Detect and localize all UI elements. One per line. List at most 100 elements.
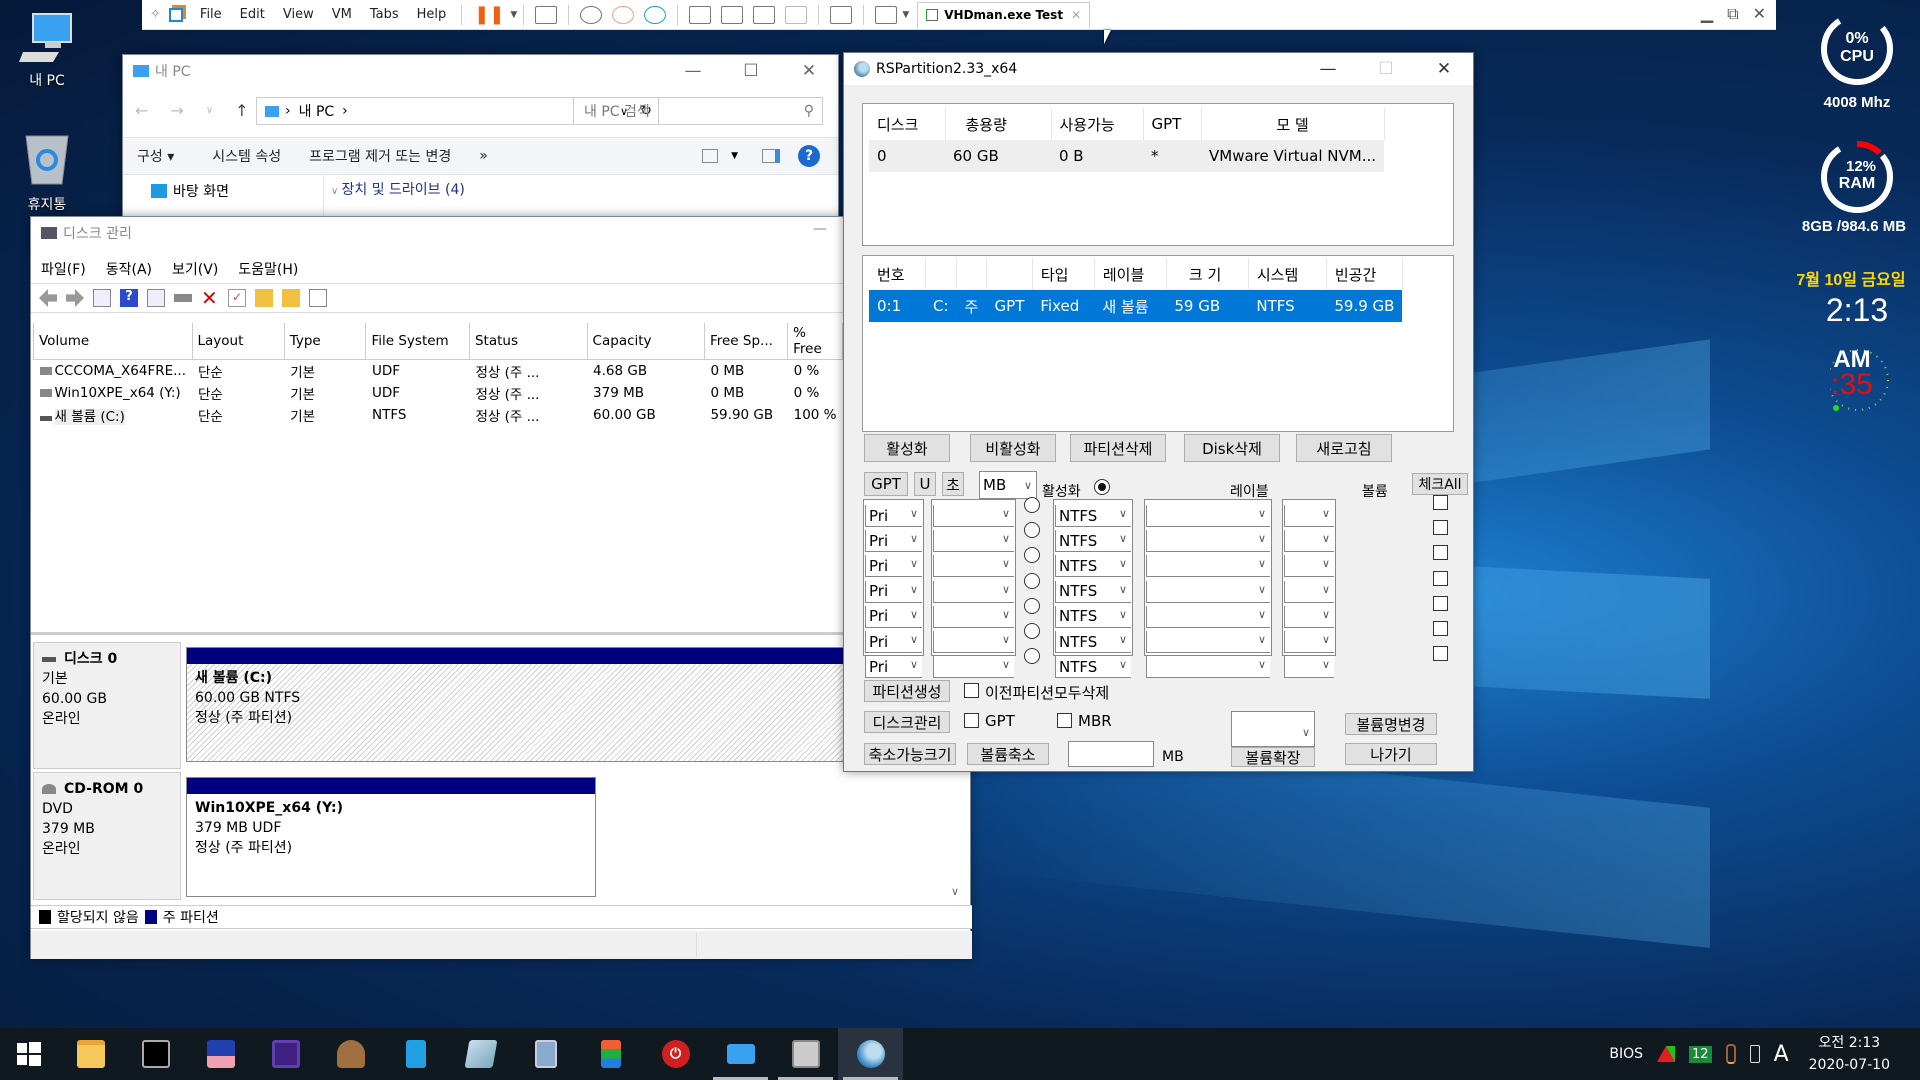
tray-badge[interactable]: 12 [1689, 1045, 1712, 1063]
volume-letter-select[interactable]: ∨ [1284, 530, 1334, 553]
vmware-menu-tabs[interactable]: Tabs [361, 7, 408, 22]
volume-letter-select[interactable]: ∨ [1284, 631, 1334, 653]
partition-type-select[interactable]: Pri ∨ [865, 580, 922, 603]
back-icon[interactable]: ← [135, 101, 148, 120]
shrink-volume-button[interactable]: 볼륨축소 [967, 743, 1049, 765]
delete-previous-partitions-checkbox[interactable] [964, 683, 979, 698]
gpt-checkbox[interactable] [964, 713, 979, 728]
show-hide-action-pane-icon[interactable] [147, 289, 165, 307]
col-type[interactable]: 타입 [1032, 258, 1095, 290]
delete-disk-button[interactable]: Disk삭제 [1184, 434, 1280, 462]
delete-icon[interactable]: ✕ [201, 288, 219, 308]
connect-disk-icon[interactable] [174, 294, 192, 302]
partition-type-select[interactable]: Pri ∨ [865, 555, 922, 578]
volume-letter-select[interactable]: ∨ [1284, 605, 1334, 628]
col-style[interactable] [986, 258, 1033, 290]
menu-file[interactable]: 파일(F) [31, 255, 96, 281]
reset-button[interactable]: 초 [942, 472, 964, 496]
col-type[interactable]: Type [283, 323, 367, 360]
view-options-icon[interactable] [702, 149, 718, 163]
full-screen-icon[interactable] [753, 5, 776, 24]
active-partition-radio[interactable] [1024, 572, 1040, 589]
volume-letter-select[interactable]: ∨ [1284, 580, 1334, 603]
menu-view[interactable]: 보기(V) [162, 255, 228, 281]
search-icon[interactable]: ⚲ [804, 103, 814, 119]
taskbar-this-pc[interactable] [708, 1028, 773, 1080]
minimize-button[interactable]: — [664, 55, 722, 87]
shrink-size-input[interactable] [1068, 741, 1154, 767]
taskbar-installer[interactable] [318, 1028, 383, 1080]
volume-letter-select[interactable]: ∨ [1284, 656, 1334, 679]
disk-row[interactable]: 0 60 GB 0 B * VMware Virtual NVM... [869, 140, 1385, 172]
dropdown-icon[interactable]: ▼ [902, 10, 909, 20]
manage-snapshots-icon[interactable] [644, 5, 667, 24]
col-available[interactable]: 사용가능 [1051, 108, 1144, 140]
vmware-menu-vm[interactable]: VM [323, 7, 361, 22]
label-select[interactable]: ∨ [1146, 555, 1270, 578]
col-filesystem[interactable]: 시스템 [1248, 258, 1327, 290]
taskbar-notepad[interactable] [448, 1028, 513, 1080]
help-icon[interactable]: ? [798, 145, 820, 167]
organize-button[interactable]: 구성 ▾ [123, 146, 188, 166]
col-model[interactable]: 모 델 [1201, 108, 1385, 140]
rename-volume-button[interactable]: 볼륨명변경 [1345, 713, 1437, 735]
active-partition-radio[interactable] [1024, 547, 1040, 564]
minimize-icon[interactable]: ▁ [1701, 4, 1713, 24]
menu-action[interactable]: 동작(A) [96, 255, 162, 281]
vmware-menu-help[interactable]: Help [408, 7, 456, 22]
partition-size-select[interactable]: ∨ [933, 631, 1014, 653]
gpt-toggle-button[interactable]: GPT [864, 472, 908, 496]
forward-icon[interactable]: → [170, 101, 183, 120]
taskbar-power[interactable]: ⏻ [643, 1028, 708, 1080]
menu-help[interactable]: 도움말(H) [228, 255, 308, 281]
taskbar-network-tool[interactable] [383, 1028, 448, 1080]
taskbar-calculator[interactable] [513, 1028, 578, 1080]
check-all-button[interactable]: 체크All [1412, 473, 1468, 495]
label-select[interactable]: ∨ [1146, 530, 1270, 553]
show-hide-console-tree-icon[interactable] [93, 289, 111, 307]
partition-type-select[interactable]: Pri ∨ [865, 631, 922, 653]
col-capacity[interactable]: Capacity [586, 323, 705, 360]
desktop-icon-this-pc[interactable]: 내 PC [2, 10, 92, 90]
label-select[interactable]: ∨ [1146, 605, 1270, 628]
pin-icon[interactable]: ✧ [150, 7, 161, 22]
help-icon[interactable]: ? [120, 289, 138, 307]
partition-size-select[interactable]: ∨ [933, 605, 1014, 628]
partition-row-selected[interactable]: 0:1 C: 주 GPT Fixed 새 볼륨 59 GB NTFS 59.9 … [869, 290, 1403, 322]
console-icon[interactable] [830, 5, 853, 24]
cdrom-0-label[interactable]: CD-ROM 0 DVD 379 MB 온라인 [33, 772, 181, 900]
col-disk[interactable]: 디스크 [869, 108, 946, 140]
col-total-size[interactable]: 총용량 [945, 108, 1052, 140]
partition-size-select[interactable]: ∨ [933, 555, 1014, 578]
minimize-button[interactable]: — [813, 221, 827, 237]
maximize-button[interactable]: ☐ [1357, 53, 1415, 85]
col-status[interactable]: Status [468, 323, 588, 360]
preview-pane-icon[interactable] [762, 149, 780, 163]
close-tab-icon[interactable]: ✕ [1071, 8, 1081, 22]
taskbar-file-explorer[interactable] [58, 1028, 123, 1080]
start-button[interactable] [0, 1028, 58, 1080]
activate-button[interactable]: 활성화 [864, 434, 950, 462]
uninstall-program-button[interactable]: 프로그램 제거 또는 변경 [295, 146, 465, 166]
scroll-down-icon[interactable]: ∨ [951, 885, 959, 898]
properties-list-icon[interactable] [309, 289, 327, 307]
desktop-icon-recycle-bin[interactable]: 휴지통 [2, 130, 92, 214]
unity-icon[interactable] [785, 5, 808, 24]
partition-size-select[interactable]: ∨ [933, 530, 1014, 553]
filesystem-select[interactable]: NTFS ∨ [1055, 555, 1131, 578]
breadcrumb-this-pc[interactable]: 내 PC [299, 101, 335, 121]
folder-search-icon[interactable] [282, 289, 300, 307]
filesystem-select[interactable]: NTFS ∨ [1055, 605, 1131, 628]
volume-select[interactable]: ∨ [1231, 711, 1315, 747]
taskbar-command-prompt[interactable] [123, 1028, 188, 1080]
extend-volume-button[interactable]: 볼륨확장 [1231, 747, 1315, 767]
row-checkbox[interactable] [1433, 520, 1448, 536]
search-input[interactable]: 내 PC 검색 ⚲ [573, 97, 823, 125]
col-free-space[interactable]: Free Sp... [703, 323, 789, 360]
col-free-space[interactable]: 빈공간 [1326, 258, 1403, 290]
up-icon[interactable]: ↑ [235, 101, 248, 120]
col-size[interactable]: 크 기 [1166, 258, 1249, 290]
row-checkbox[interactable] [1433, 570, 1448, 586]
col-layout[interactable]: Layout [191, 323, 285, 360]
volume-letter-select[interactable]: ∨ [1284, 505, 1334, 527]
